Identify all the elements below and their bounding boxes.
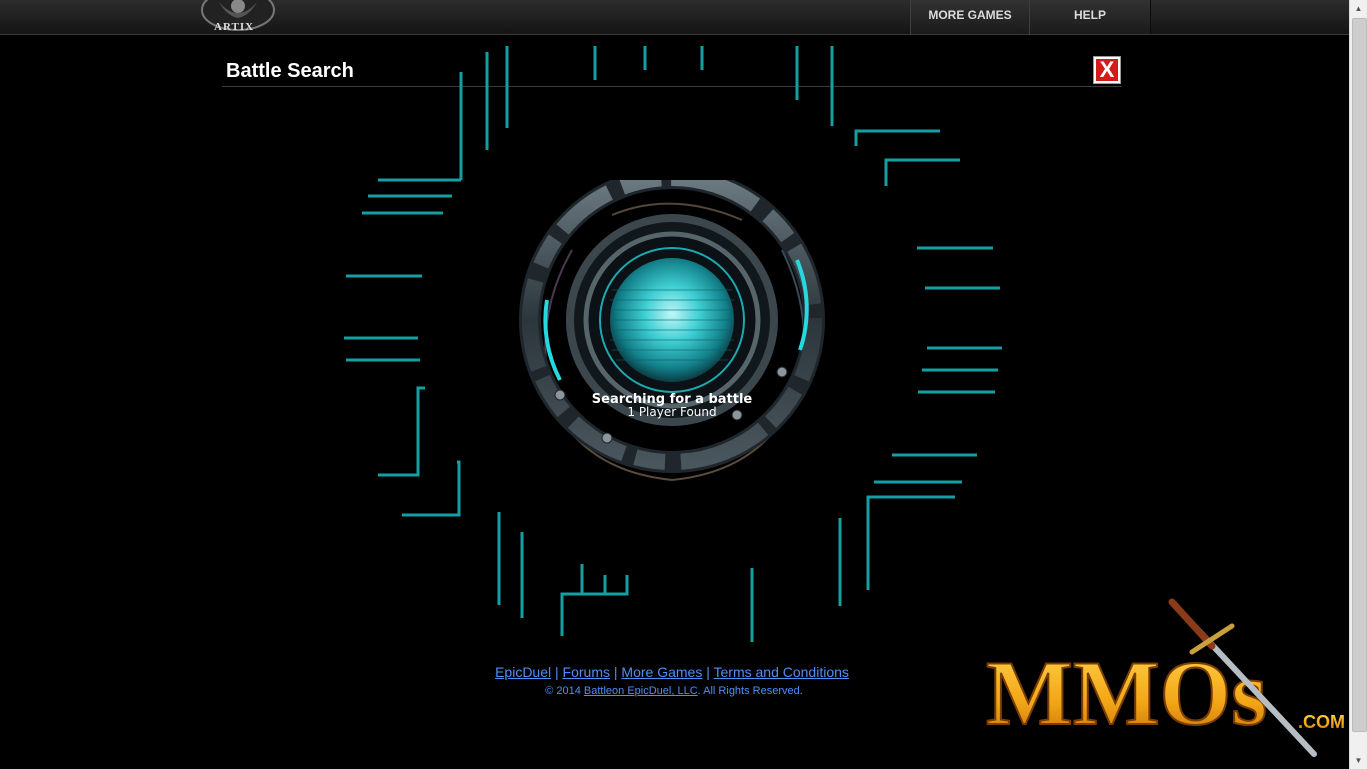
scroll-down-arrow-icon[interactable]: ▼ [1350, 752, 1367, 769]
company-link[interactable]: Battleon EpicDuel, LLC [584, 685, 698, 697]
epicduel-link[interactable]: EpicDuel [495, 664, 551, 680]
watermark-suffix: .COM [1298, 712, 1344, 732]
terms-link[interactable]: Terms and Conditions [714, 664, 849, 680]
scroll-up-arrow-icon[interactable]: ▲ [1350, 0, 1367, 17]
footer-separator: | [706, 664, 710, 680]
footer-separator: | [555, 664, 559, 680]
battle-search-radar [519, 180, 825, 482]
footer-separator: | [613, 664, 618, 680]
copyright-suffix: . All Rights Reserved. [697, 685, 803, 697]
more-games-link[interactable]: More Games [621, 664, 702, 680]
copyright-prefix: © 2014 [545, 685, 581, 697]
players-found-text: 1 Player Found [627, 405, 717, 419]
forums-link[interactable]: Forums [563, 664, 610, 680]
scrollbar-thumb[interactable] [1352, 18, 1367, 732]
vertical-scrollbar[interactable]: ▲ ▼ [1349, 0, 1367, 769]
mmos-watermark: MMOs .COM [985, 598, 1344, 757]
